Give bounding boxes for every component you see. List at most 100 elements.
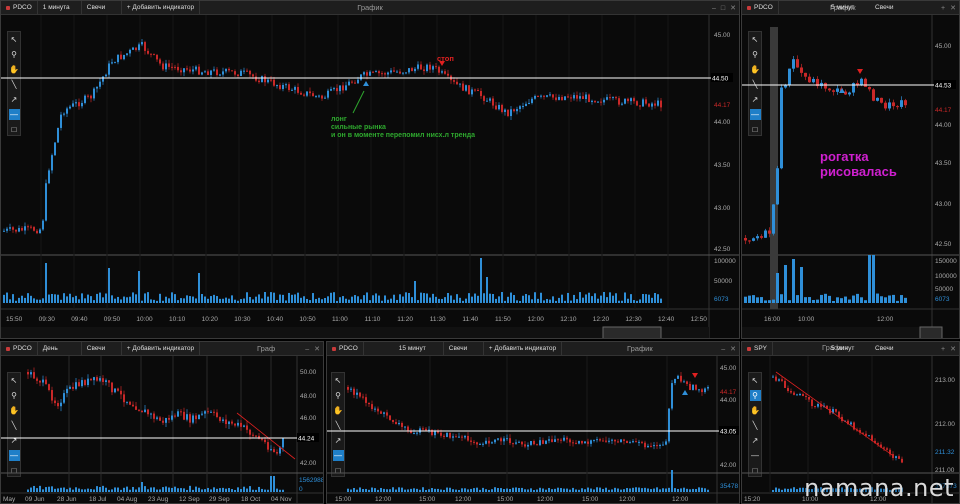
candle bbox=[303, 94, 305, 96]
price-tick-label: 50.00 bbox=[300, 369, 317, 376]
volume-bar bbox=[362, 488, 364, 492]
candle bbox=[814, 406, 816, 408]
volume-bar bbox=[78, 299, 80, 303]
volume-bar bbox=[768, 300, 771, 303]
candle bbox=[252, 434, 254, 436]
candle bbox=[695, 384, 697, 390]
volume-bar bbox=[216, 488, 218, 492]
volume-bar bbox=[144, 486, 146, 492]
volume-bar bbox=[84, 298, 86, 303]
candle bbox=[824, 82, 827, 89]
candle bbox=[33, 227, 35, 231]
volume-bar bbox=[525, 293, 527, 303]
volume-bar bbox=[162, 300, 164, 303]
volume-bar bbox=[183, 298, 185, 303]
candle bbox=[602, 440, 604, 442]
candle bbox=[261, 76, 263, 83]
candle bbox=[507, 109, 509, 117]
volume-bar bbox=[309, 300, 311, 303]
volume-bar bbox=[623, 489, 625, 492]
candle bbox=[584, 441, 586, 444]
volume-bar bbox=[384, 295, 386, 303]
volume-bar bbox=[347, 488, 349, 492]
candle bbox=[850, 422, 852, 425]
candle bbox=[114, 388, 116, 393]
volume-bar bbox=[165, 296, 167, 303]
candle bbox=[540, 95, 542, 97]
volume-bar bbox=[24, 297, 26, 303]
volume-bar bbox=[177, 488, 179, 492]
volume-bar bbox=[452, 489, 454, 492]
volume-bar bbox=[171, 487, 173, 492]
time-tick-label: 15:00 bbox=[335, 496, 352, 503]
navigator-bar bbox=[742, 327, 932, 338]
volume-bar bbox=[784, 265, 787, 303]
candle bbox=[330, 89, 332, 91]
volume-bar bbox=[375, 293, 377, 303]
volume-bar bbox=[350, 489, 352, 492]
candle bbox=[252, 74, 254, 77]
volume-bar bbox=[512, 487, 514, 492]
volume-tick-label: 35478 bbox=[720, 483, 738, 490]
volume-tick-label: 50000 bbox=[935, 286, 953, 293]
volume-bar bbox=[374, 488, 376, 492]
candle bbox=[45, 183, 47, 221]
volume-bar bbox=[848, 299, 851, 303]
volume-bar bbox=[108, 489, 110, 492]
candle bbox=[75, 382, 77, 389]
volume-bar bbox=[593, 489, 595, 492]
volume-tick-label: 1562988 bbox=[299, 477, 324, 484]
volume-bar bbox=[126, 297, 128, 303]
volume-bar bbox=[369, 300, 371, 303]
volume-bar bbox=[30, 295, 32, 303]
candle bbox=[81, 380, 83, 387]
volume-bar bbox=[888, 295, 891, 303]
price-chart[interactable]: 45.0044.1744.0043.0542.0043.053547815:00… bbox=[327, 342, 740, 504]
time-tick-label: 18 Jul bbox=[89, 496, 107, 503]
candle bbox=[627, 98, 629, 102]
candle bbox=[458, 436, 460, 438]
time-tick-label: 04 Aug bbox=[117, 496, 138, 503]
candle bbox=[366, 72, 368, 76]
volume-bar bbox=[585, 294, 587, 303]
volume-bar bbox=[306, 298, 308, 303]
volume-bar bbox=[210, 489, 212, 492]
candle bbox=[270, 79, 272, 81]
volume-bar bbox=[449, 487, 451, 492]
candle bbox=[365, 397, 367, 403]
candle bbox=[892, 102, 895, 107]
volume-bar bbox=[63, 487, 65, 492]
price-chart[interactable]: 45.0044.5044.1744.0043.5043.0042.5044.50… bbox=[1, 1, 740, 339]
volume-bar bbox=[689, 489, 691, 492]
candle bbox=[533, 440, 535, 445]
volume-bar bbox=[459, 297, 461, 303]
volume-bar bbox=[587, 487, 589, 492]
candle bbox=[608, 440, 610, 442]
candle bbox=[174, 415, 176, 417]
volume-bar bbox=[792, 259, 795, 303]
volume-bar bbox=[243, 298, 245, 303]
candle bbox=[132, 47, 134, 50]
volume-bar bbox=[413, 488, 415, 492]
volume-bar bbox=[638, 487, 640, 492]
candle bbox=[506, 438, 508, 440]
price-chart[interactable]: 50.0048.0046.0044.2442.0044.2415629880Ma… bbox=[1, 342, 324, 504]
volume-bar bbox=[180, 298, 182, 303]
price-tick-label: 44.00 bbox=[714, 119, 731, 126]
volume-bar bbox=[651, 297, 653, 303]
volume-bar bbox=[509, 489, 511, 492]
candle bbox=[363, 72, 365, 75]
volume-bar bbox=[96, 293, 98, 303]
volume-bar bbox=[371, 487, 373, 492]
volume-bar bbox=[201, 489, 203, 492]
candle bbox=[90, 378, 92, 381]
volume-bar bbox=[225, 297, 227, 303]
volume-bar bbox=[240, 489, 242, 492]
candle bbox=[883, 447, 885, 449]
candle bbox=[60, 114, 62, 128]
volume-bar bbox=[545, 489, 547, 492]
candle bbox=[521, 441, 523, 445]
volume-bar bbox=[222, 487, 224, 492]
candle bbox=[591, 100, 593, 102]
volume-bar bbox=[904, 297, 907, 303]
